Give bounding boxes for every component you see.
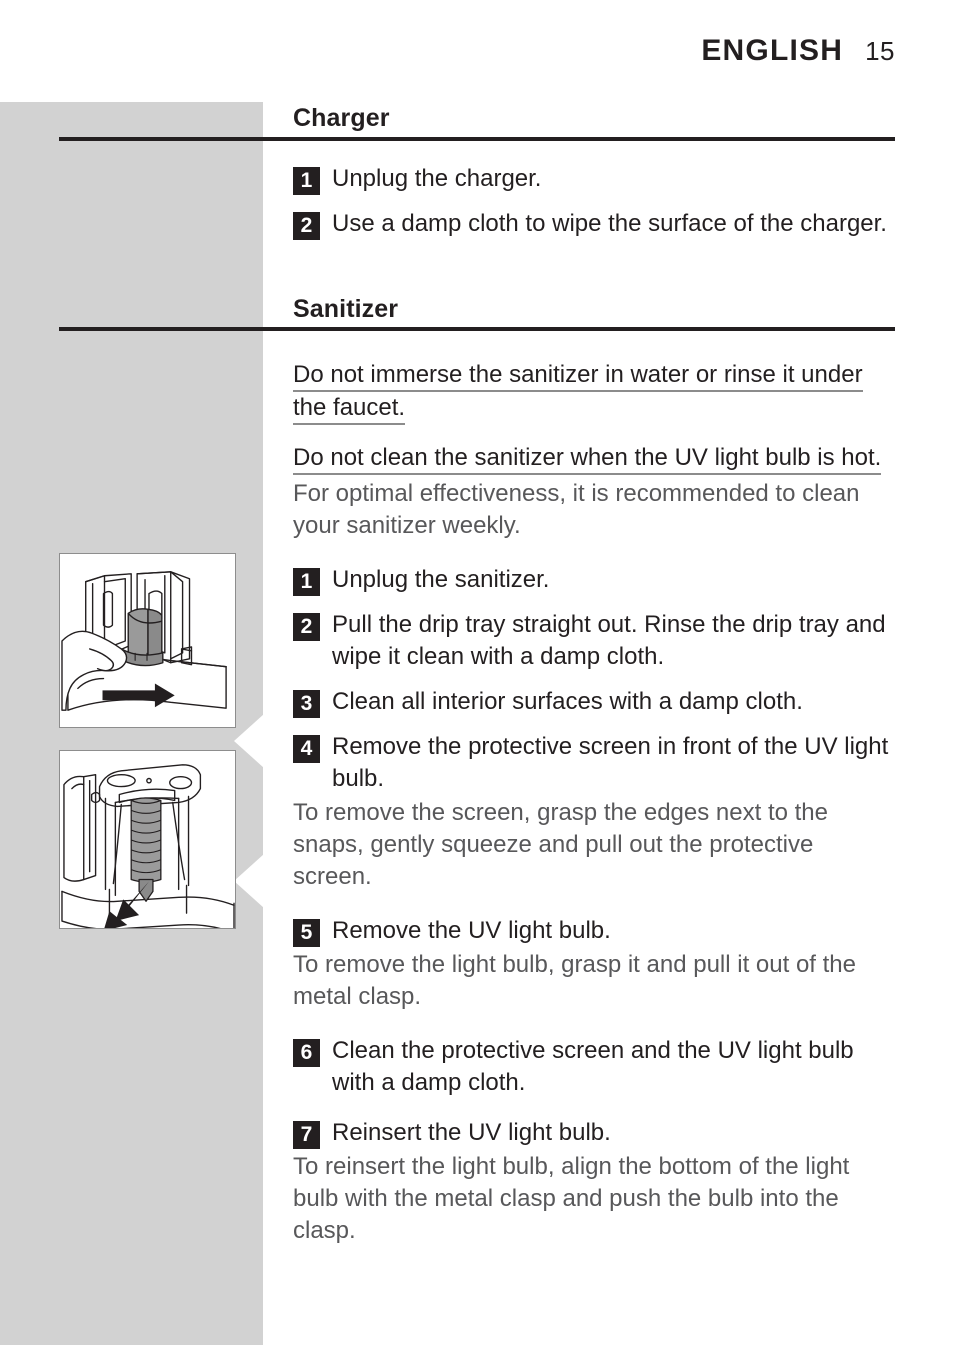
- warning-immerse-text: Do not immerse the sanitizer in water or…: [293, 361, 863, 425]
- section-title-charger: Charger: [293, 104, 390, 132]
- step-badge: 6: [293, 1039, 320, 1067]
- note-after-step-5: To remove the light bulb, grasp it and p…: [293, 951, 857, 1010]
- page-header: ENGLISH 15: [0, 34, 895, 68]
- uv-bulb-removal-illustration: [59, 750, 236, 929]
- charger-steps: 1 Unplug the charger. 2 Use a damp cloth…: [293, 163, 895, 253]
- step-badge: 4: [293, 735, 320, 763]
- step-badge: 2: [293, 212, 320, 240]
- page-number: 15: [865, 36, 895, 66]
- sanitizer-body: Do not immerse the sanitizer in water or…: [293, 358, 895, 1263]
- sanitizer-intro: For optimal effectiveness, it is recomme…: [293, 480, 860, 539]
- header-language: ENGLISH: [701, 34, 844, 67]
- step-text: Unplug the sanitizer.: [332, 566, 550, 593]
- list-item: 5 Remove the UV light bulb.: [293, 915, 895, 947]
- note-after-step-7: To reinsert the light bulb, align the bo…: [293, 1153, 850, 1244]
- pointer-notch-uv-bulb: [234, 854, 264, 908]
- list-item: 2 Pull the drip tray straight out. Rinse…: [293, 609, 895, 673]
- step-badge: 5: [293, 919, 320, 947]
- list-item: 1 Unplug the charger.: [293, 163, 895, 195]
- step-badge: 7: [293, 1121, 320, 1149]
- step-badge: 1: [293, 167, 320, 195]
- step-text: Reinsert the UV light bulb.: [332, 1119, 611, 1146]
- step-text: Clean the protective screen and the UV l…: [332, 1037, 854, 1096]
- rule-under-sanitizer-title: [59, 327, 895, 331]
- warning-hot-bulb-text: Do not clean the sanitizer when the UV l…: [293, 444, 882, 475]
- step-text: Pull the drip tray straight out. Rinse t…: [332, 611, 886, 670]
- list-item: 7 Reinsert the UV light bulb.: [293, 1117, 895, 1149]
- warning-hot-bulb: Do not clean the sanitizer when the UV l…: [293, 441, 895, 475]
- rule-under-charger-title: [59, 137, 895, 141]
- list-item: 2 Use a damp cloth to wipe the surface o…: [293, 208, 895, 240]
- manual-page: ENGLISH 15 Charger Sanitizer 1 Unplug th…: [0, 0, 954, 1345]
- step-text: Remove the protective screen in front of…: [332, 733, 889, 792]
- pointer-notch-drip-tray: [234, 714, 264, 768]
- step-text: Clean all interior surfaces with a damp …: [332, 688, 803, 715]
- step-badge: 1: [293, 568, 320, 596]
- drip-tray-removal-illustration: [59, 553, 236, 728]
- step-badge: 2: [293, 613, 320, 641]
- step-badge: 3: [293, 690, 320, 718]
- step-text: Use a damp cloth to wipe the surface of …: [332, 210, 887, 237]
- step-text: Remove the UV light bulb.: [332, 917, 611, 944]
- list-item: 3 Clean all interior surfaces with a dam…: [293, 686, 895, 718]
- list-item: 6 Clean the protective screen and the UV…: [293, 1035, 895, 1099]
- step-text: Unplug the charger.: [332, 165, 542, 192]
- list-item: 1 Unplug the sanitizer.: [293, 564, 895, 596]
- list-item: 4 Remove the protective screen in front …: [293, 731, 895, 795]
- section-title-sanitizer: Sanitizer: [293, 295, 399, 323]
- note-after-step-4: To remove the screen, grasp the edges ne…: [293, 799, 828, 890]
- warning-immerse: Do not immerse the sanitizer in water or…: [293, 358, 895, 425]
